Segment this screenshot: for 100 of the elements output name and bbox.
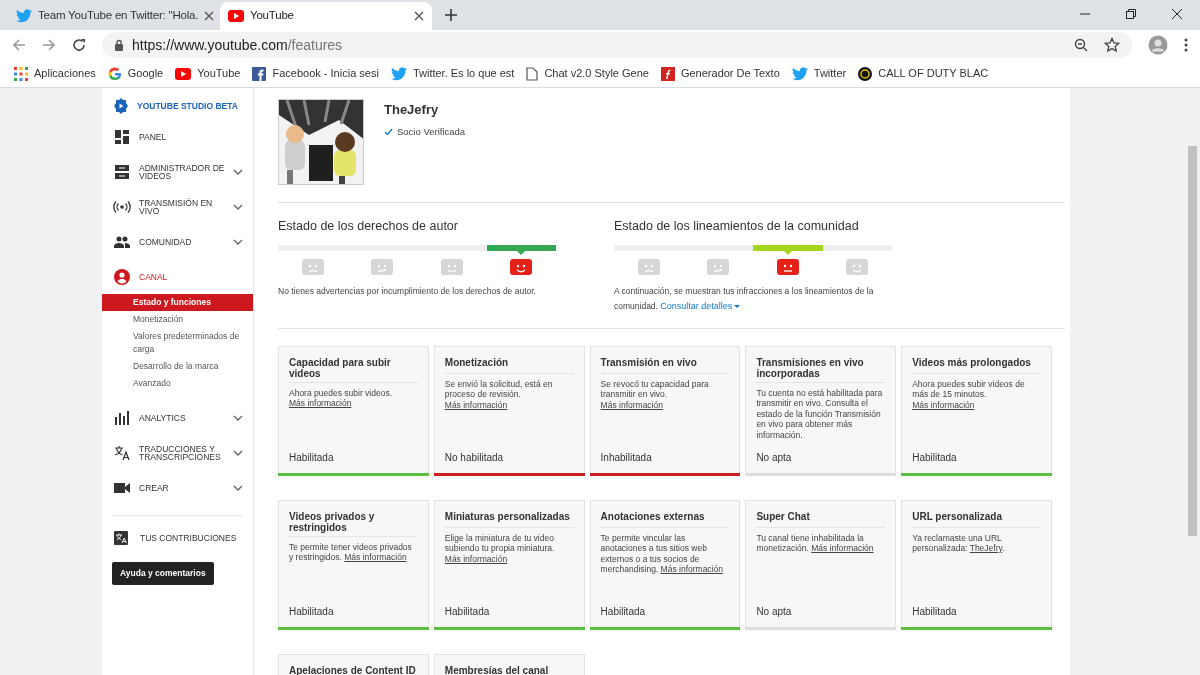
contributions-link[interactable]: TUS CONTRIBUCIONES (140, 531, 237, 545)
info-link[interactable]: Más información (444, 553, 508, 564)
sidebar-item[interactable]: TRANSMISIÓN EN VIVO (102, 189, 253, 224)
channel-name: TheJefry (384, 101, 440, 119)
bookmark[interactable]: Chat v2.0 Style Gene (520, 61, 655, 86)
chevron-down-icon (233, 449, 243, 456)
bookmark[interactable]: Facebook - Inicia sesi (246, 61, 385, 86)
section-title: Estado de los derechos de autor (278, 218, 459, 235)
sidebar-item[interactable]: PANEL (102, 119, 253, 154)
page-icon (526, 66, 539, 81)
bookmark[interactable]: Generador De Texto (654, 61, 786, 86)
card-status: No apta (756, 450, 793, 465)
bookmark[interactable]: Twitter (785, 61, 853, 86)
bird-icon (16, 9, 32, 23)
sidebar-subitem[interactable]: Valores predeterminados de carga (102, 328, 253, 358)
sidebar-item[interactable]: TRADUCCIONES Y TRANSCRIPCIONES (102, 435, 253, 470)
back-icon[interactable] (12, 38, 26, 52)
info-link[interactable]: Más información (444, 399, 508, 410)
close-icon[interactable] (414, 11, 424, 21)
bookmark[interactable]: Twitter. Es lo que est (384, 61, 521, 86)
card-status: Habilitada (912, 450, 958, 465)
card-description: Tu cuenta no está habilitada para transmitir en vivo. Consulta el estado de la función Transmisión en vivo para obtener más información. (756, 387, 884, 442)
translate-icon (113, 445, 131, 460)
italic-f-icon (660, 66, 675, 81)
info-link[interactable]: Más información (289, 398, 352, 409)
card-title: Anotaciones externas (600, 510, 730, 528)
card-status: Habilitada (912, 604, 958, 619)
sidebar-subitem[interactable]: Desarrollo de la marca (102, 358, 253, 375)
card-description: Tu canal tiene inhabilitada la monetización. Más información (756, 532, 875, 556)
close-icon[interactable] (204, 11, 215, 21)
forward-icon[interactable] (42, 38, 56, 52)
card-title: Membresías del canal (444, 664, 550, 675)
studio-link[interactable]: YOUTUBE STUDIO BETA (137, 99, 238, 113)
address-bar[interactable]: https://www.youtube.com/features (102, 32, 1132, 58)
video-camera-icon (113, 481, 131, 494)
card-description: Ahora puedes subir videos de más de 15 minutos. Más información (912, 378, 1026, 412)
card-description: Te permite tener videos privados y restringidos. Más información (289, 541, 413, 565)
status-description: A continuación, se muestran tus infracciones a los lineamientos de la comunidad. Consultar detalles (614, 283, 892, 314)
broadcast-icon (113, 200, 131, 213)
bookmark[interactable]: YouTube (169, 61, 247, 86)
check-icon (384, 127, 393, 136)
card-status: Habilitada (289, 450, 335, 465)
play-logo-icon (228, 10, 244, 22)
card-status: Habilitada (600, 604, 647, 619)
bookmark[interactable]: Aplicaciones (8, 61, 102, 86)
card-title: Transmisiones en vivo incorporadas (756, 356, 886, 383)
card-title: Super Chat (756, 510, 886, 528)
url-text: https://www.youtube.com/features (132, 35, 344, 55)
card-title: Apelaciones de Content ID (289, 664, 417, 675)
section-title: Estado de los lineamientos de la comunidad (614, 218, 860, 235)
bookmark[interactable]: Google (101, 61, 170, 86)
emblem-icon (858, 66, 873, 81)
sidebar-subitem[interactable]: Monetización (102, 311, 253, 328)
bird-icon (791, 66, 808, 81)
info-link[interactable]: Más información (912, 399, 975, 410)
info-link[interactable]: Más información (600, 399, 663, 410)
dashboard-icon (113, 129, 131, 144)
details-link[interactable]: Consultar detalles (660, 298, 741, 314)
card-title: Videos más prolongados (912, 356, 1041, 374)
bookmark[interactable]: CALL OF DUTY BLAC (852, 61, 995, 86)
play-logo-icon (175, 67, 192, 80)
gear-play-icon (113, 98, 129, 114)
star-icon[interactable] (1104, 37, 1120, 53)
info-link[interactable]: Más información (344, 552, 407, 563)
tab-title: Team YouTube en Twitter: "Hola. (38, 8, 199, 24)
zoom-icon[interactable] (1074, 38, 1088, 52)
card-title: URL personalizada (912, 510, 1041, 528)
card-description: Elige la miniatura de tu video subiendo tu propia miniatura. Más información (444, 532, 556, 566)
verified-label: Socio Verificada (397, 124, 466, 139)
scrollbar-thumb[interactable] (1187, 146, 1197, 536)
card-title: Monetización (444, 356, 574, 374)
chevron-down-icon (233, 168, 243, 175)
new-tab-icon[interactable] (444, 8, 458, 22)
info-link[interactable]: Más información (811, 543, 874, 554)
sidebar-subitem[interactable]: Avanzado (102, 375, 253, 392)
chevron-down-icon (233, 203, 243, 210)
bar-chart-icon (113, 410, 131, 425)
sidebar-subitem[interactable]: Estado y funciones (102, 294, 253, 311)
card-description: Te permite vincular las anotaciones a tus sitios web externos o a tus socios de merchandising. Más información (600, 532, 724, 577)
more-menu-icon[interactable] (1184, 38, 1188, 52)
sidebar-item[interactable]: ADMINISTRADOR DE VIDEOS (102, 154, 253, 189)
avatar-icon[interactable] (1148, 35, 1168, 55)
lock-icon (114, 39, 124, 51)
info-link[interactable]: Más información (660, 564, 723, 575)
chevron-down-icon (233, 414, 243, 421)
sidebar-item[interactable]: CANAL (102, 259, 253, 294)
reload-icon[interactable] (72, 38, 86, 52)
sidebar-item[interactable]: CREAR (102, 470, 253, 505)
chevron-down-icon (233, 238, 243, 245)
card-status: Inhabilitada (600, 450, 653, 465)
tab-title: YouTube (250, 8, 295, 24)
browser-tab[interactable]: YouTube (220, 2, 432, 30)
help-button[interactable]: Ayuda y comentarios (112, 562, 214, 585)
card-title: Capacidad para subir videos (289, 356, 418, 383)
sidebar-item[interactable]: COMUNIDAD (102, 224, 253, 259)
people-icon (113, 235, 131, 248)
browser-tab[interactable]: Team YouTube en Twitter: "Hola. (8, 2, 220, 30)
card-description: Ya reclamaste una URL personalizada: TheJefry. (912, 532, 1006, 556)
sidebar-item[interactable]: ANALYTICS (102, 400, 253, 435)
stacked-trays-icon (113, 164, 131, 179)
